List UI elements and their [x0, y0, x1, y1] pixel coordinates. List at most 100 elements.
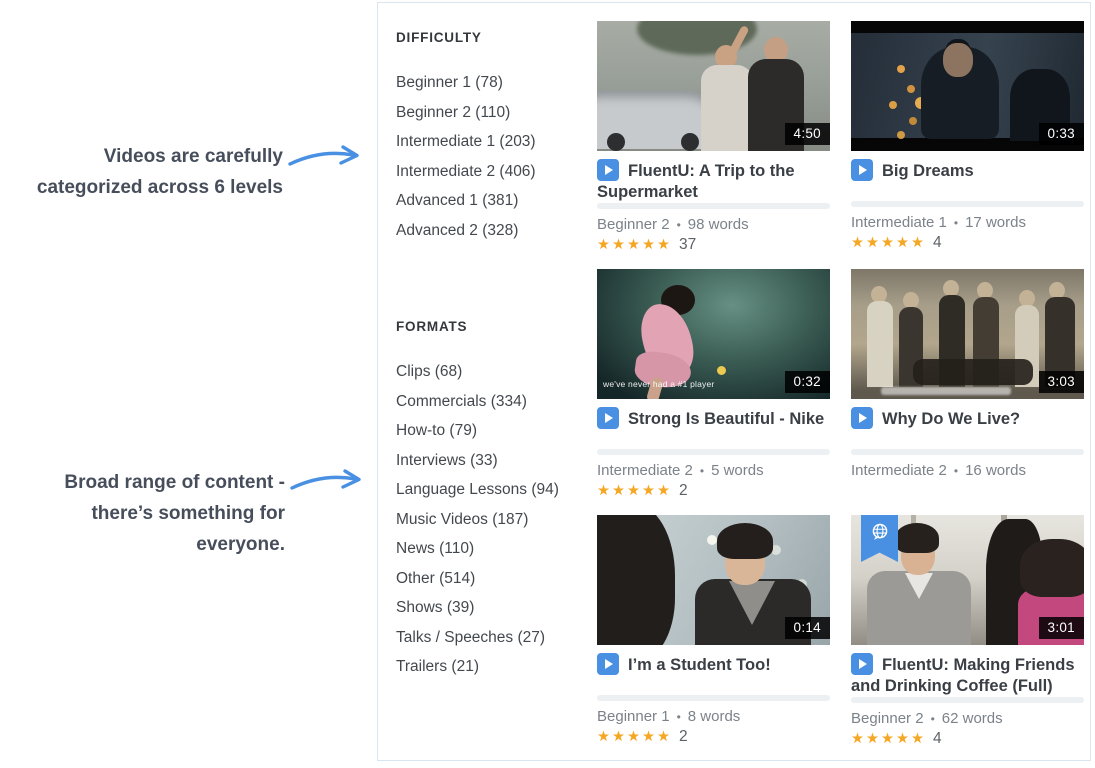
filter-label: Language Lessons: [396, 481, 527, 498]
video-title[interactable]: Big Dreams: [851, 159, 1084, 201]
filter-clips[interactable]: Clips (68): [396, 363, 591, 380]
video-thumbnail[interactable]: 0:14: [597, 515, 830, 645]
meta-separator: •: [677, 218, 681, 232]
video-card[interactable]: 3:03 Why Do We Live? Intermediate 2•16 w…: [851, 269, 1084, 500]
rating-count: 37: [679, 236, 696, 253]
video-title[interactable]: Why Do We Live?: [851, 407, 1084, 449]
video-thumbnail[interactable]: 3:01: [851, 515, 1084, 645]
filter-beginner-1[interactable]: Beginner 1 (78): [396, 74, 591, 91]
filter-commercials[interactable]: Commercials (334): [396, 393, 591, 410]
play-icon[interactable]: [851, 653, 873, 675]
filter-other[interactable]: Other (514): [396, 570, 591, 587]
filter-count: (39): [447, 599, 475, 616]
word-count: 5 words: [711, 462, 764, 479]
video-title-text: Strong Is Beautiful - Nike: [628, 410, 824, 428]
video-card[interactable]: 0:14 I’m a Student Too! Beginner 1•8 wor…: [597, 515, 830, 748]
video-thumbnail[interactable]: 3:03: [851, 269, 1084, 399]
video-title[interactable]: FluentU: Making Friends and Drinking Cof…: [851, 653, 1084, 697]
filter-count: (203): [499, 133, 535, 150]
filter-count: (381): [482, 192, 518, 209]
filter-count: (79): [449, 422, 477, 439]
play-icon[interactable]: [597, 407, 619, 429]
filter-how-to[interactable]: How-to (79): [396, 422, 591, 439]
play-icon[interactable]: [851, 407, 873, 429]
thumbnail-art: [681, 133, 699, 151]
rating: ★★★★★2: [597, 728, 830, 746]
level-label: Beginner 2: [851, 710, 924, 727]
filter-shows[interactable]: Shows (39): [396, 599, 591, 616]
filter-intermediate-2[interactable]: Intermediate 2 (406): [396, 163, 591, 180]
annotation-content-line2: there’s something for everyone.: [0, 498, 285, 560]
filter-advanced-2[interactable]: Advanced 2 (328): [396, 222, 591, 239]
annotation-levels-line1: Videos are carefully: [0, 141, 283, 172]
filter-beginner-2[interactable]: Beginner 2 (110): [396, 104, 591, 121]
filter-label: How-to: [396, 422, 445, 439]
word-count: 62 words: [942, 710, 1003, 727]
video-title-text: FluentU: Making Friends and Drinking Cof…: [851, 656, 1075, 695]
video-card[interactable]: 3:01 FluentU: Making Friends and Drinkin…: [851, 515, 1084, 748]
filter-label: Intermediate 1: [396, 133, 495, 150]
filter-interviews[interactable]: Interviews (33): [396, 452, 591, 469]
filter-count: (514): [439, 570, 475, 587]
thumbnail-art: [597, 515, 675, 645]
video-thumbnail[interactable]: we've never had a #1 player 0:32: [597, 269, 830, 399]
thumbnail-caption: we've never had a #1 player: [603, 379, 714, 389]
filter-label: Talks / Speeches: [396, 629, 513, 646]
video-card[interactable]: 4:50 FluentU: A Trip to the Supermarket …: [597, 21, 830, 254]
annotation-content: Broad range of content - there’s somethi…: [0, 467, 285, 560]
filter-label: Advanced 2: [396, 222, 478, 239]
word-count: 16 words: [965, 462, 1026, 479]
filter-advanced-1[interactable]: Advanced 1 (381): [396, 192, 591, 209]
video-title-text: Big Dreams: [882, 162, 974, 180]
video-card[interactable]: 0:33 Big Dreams Intermediate 1•17 words …: [851, 21, 1084, 254]
filter-label: Commercials: [396, 393, 486, 410]
play-icon[interactable]: [851, 159, 873, 181]
fluentu-badge: [861, 515, 898, 562]
video-title[interactable]: Strong Is Beautiful - Nike: [597, 407, 830, 449]
level-label: Intermediate 1: [851, 214, 947, 231]
rating-count: 4: [933, 234, 942, 251]
video-card[interactable]: we've never had a #1 player 0:32 Strong …: [597, 269, 830, 500]
meta-separator: •: [677, 710, 681, 724]
filter-label: Music Videos: [396, 511, 488, 528]
filter-label: Beginner 2: [396, 104, 471, 121]
video-title[interactable]: I’m a Student Too!: [597, 653, 830, 695]
word-count: 17 words: [965, 214, 1026, 231]
word-count: 8 words: [688, 708, 741, 725]
star-icons: ★★★★★: [597, 483, 672, 499]
filter-count: (68): [435, 363, 463, 380]
filter-label: Beginner 1: [396, 74, 471, 91]
rating: ★★★★★37: [597, 236, 830, 254]
video-title[interactable]: FluentU: A Trip to the Supermarket: [597, 159, 830, 203]
filter-label: Shows: [396, 599, 443, 616]
thumbnail-art: [943, 43, 973, 77]
filter-language-lessons[interactable]: Language Lessons (94): [396, 481, 591, 498]
filter-label: Intermediate 2: [396, 163, 495, 180]
filter-talks-speeches[interactable]: Talks / Speeches (27): [396, 629, 591, 646]
play-icon[interactable]: [597, 159, 619, 181]
play-icon[interactable]: [597, 653, 619, 675]
filter-news[interactable]: News (110): [396, 540, 591, 557]
rating: [851, 482, 1084, 500]
arrow-right-icon: [287, 144, 367, 172]
filter-trailers[interactable]: Trailers (21): [396, 658, 591, 675]
difficulty-header: DIFFICULTY: [396, 30, 591, 45]
duration-badge: 0:32: [785, 371, 830, 393]
thumbnail-art: [867, 301, 893, 387]
filter-count: (21): [451, 658, 479, 675]
video-meta: Intermediate 2•16 words: [851, 462, 1084, 480]
divider: [851, 449, 1084, 455]
video-thumbnail[interactable]: 4:50: [597, 21, 830, 151]
divider: [851, 697, 1084, 703]
rating-count: 2: [679, 728, 688, 745]
meta-separator: •: [954, 216, 958, 230]
filter-music-videos[interactable]: Music Videos (187): [396, 511, 591, 528]
filter-intermediate-1[interactable]: Intermediate 1 (203): [396, 133, 591, 150]
globe-speech-bubble-icon: [869, 521, 891, 543]
rating-count: 4: [933, 730, 942, 747]
filter-label: Trailers: [396, 658, 447, 675]
video-meta: Beginner 2•98 words: [597, 216, 830, 234]
filter-count: (110): [475, 104, 510, 121]
video-meta: Intermediate 2•5 words: [597, 462, 830, 480]
video-thumbnail[interactable]: 0:33: [851, 21, 1084, 151]
